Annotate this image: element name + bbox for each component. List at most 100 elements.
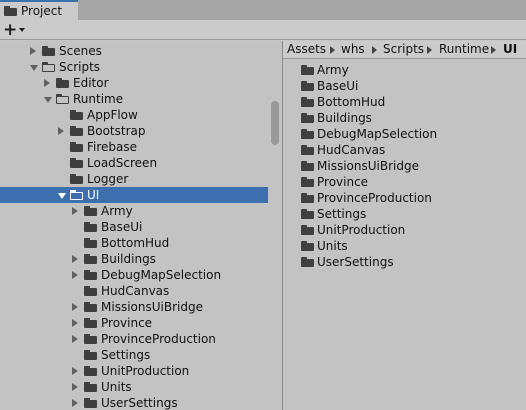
tree-item-label: Army xyxy=(101,204,133,218)
create-button[interactable]: + xyxy=(3,21,29,39)
tree-item-scripts[interactable]: Scripts xyxy=(0,59,268,75)
tab-project[interactable]: Project xyxy=(0,0,78,20)
expanded-arrow-icon[interactable] xyxy=(58,193,66,199)
content-item-label: Settings xyxy=(317,207,367,221)
folder-icon xyxy=(84,366,97,376)
content-item-usersettings[interactable]: UserSettings xyxy=(283,254,526,270)
breadcrumb-separator-icon xyxy=(330,46,335,54)
folder-contents: Army BaseUi BottomHud Buildings DebugMapSele… xyxy=(283,59,526,410)
tree-item-label: Logger xyxy=(87,172,129,186)
tree-item-runtime[interactable]: Runtime xyxy=(0,91,268,107)
tree-scrollbar[interactable] xyxy=(268,41,282,410)
content-item-bottomhud[interactable]: BottomHud xyxy=(283,94,526,110)
tree-item-buildings[interactable]: Buildings xyxy=(0,251,268,267)
folder-icon xyxy=(70,142,83,152)
expanded-arrow-icon[interactable] xyxy=(30,65,38,71)
tree-item-army[interactable]: Army xyxy=(0,203,268,219)
content-item-baseui[interactable]: BaseUi xyxy=(283,78,526,94)
tree-item-debugmapselection[interactable]: DebugMapSelection xyxy=(0,267,268,283)
collapsed-arrow-icon[interactable] xyxy=(72,367,78,375)
tree-item-unitproduction[interactable]: UnitProduction xyxy=(0,363,268,379)
content-item-army[interactable]: Army xyxy=(283,62,526,78)
content-item-label: MissionsUiBridge xyxy=(317,159,419,173)
tree-item-editor[interactable]: Editor xyxy=(0,75,268,91)
collapsed-arrow-icon[interactable] xyxy=(72,271,78,279)
content-item-unitproduction[interactable]: UnitProduction xyxy=(283,222,526,238)
folder-icon xyxy=(84,206,97,216)
folder-icon xyxy=(301,225,314,235)
collapsed-arrow-icon[interactable] xyxy=(72,303,78,311)
content-item-settings[interactable]: Settings xyxy=(283,206,526,222)
collapsed-arrow-icon[interactable] xyxy=(58,127,64,135)
content-item-units[interactable]: Units xyxy=(283,238,526,254)
tree-item-provinceproduction[interactable]: ProvinceProduction xyxy=(0,331,268,347)
folder-icon xyxy=(301,257,314,267)
folder-icon xyxy=(301,65,314,75)
tree-item-baseui[interactable]: BaseUi xyxy=(0,219,268,235)
content-item-provinceproduction[interactable]: ProvinceProduction xyxy=(283,190,526,206)
collapsed-arrow-icon[interactable] xyxy=(72,207,78,215)
breadcrumb-ui[interactable]: UI xyxy=(503,42,517,56)
tree-item-label: AppFlow xyxy=(87,108,138,122)
collapsed-arrow-icon[interactable] xyxy=(44,79,50,87)
tree-item-missionsuibridge[interactable]: MissionsUiBridge xyxy=(0,299,268,315)
content-item-label: Province xyxy=(317,175,369,189)
folder-icon xyxy=(42,46,55,56)
tree-item-label: Settings xyxy=(101,348,151,362)
tree-item-label: DebugMapSelection xyxy=(101,268,222,282)
tab-label: Project xyxy=(21,4,63,18)
scrollbar-thumb[interactable] xyxy=(271,101,279,145)
tree-item-label: ProvinceProduction xyxy=(101,332,216,346)
tree-item-hudcanvas[interactable]: HudCanvas xyxy=(0,283,268,299)
tree-item-label: Bootstrap xyxy=(87,124,146,138)
tree-item-bootstrap[interactable]: Bootstrap xyxy=(0,123,268,139)
tree-item-label: Runtime xyxy=(73,92,124,106)
folder-icon xyxy=(301,161,314,171)
tree-item-ui[interactable]: UI xyxy=(0,187,268,203)
collapsed-arrow-icon[interactable] xyxy=(72,319,78,327)
breadcrumb-separator-icon xyxy=(491,46,496,54)
breadcrumb-assets[interactable]: Assets xyxy=(287,42,326,56)
folder-icon xyxy=(301,177,314,187)
breadcrumb-scripts[interactable]: Scripts xyxy=(383,42,424,56)
tree-item-loadscreen[interactable]: LoadScreen xyxy=(0,155,268,171)
tree-item-province[interactable]: Province xyxy=(0,315,268,331)
content-item-province[interactable]: Province xyxy=(283,174,526,190)
breadcrumb-whs[interactable]: whs xyxy=(341,42,365,56)
tree-item-bottomhud[interactable]: BottomHud xyxy=(0,235,268,251)
folder-icon xyxy=(70,110,83,120)
collapsed-arrow-icon[interactable] xyxy=(72,255,78,263)
folder-icon xyxy=(301,145,314,155)
folder-icon xyxy=(4,6,17,16)
content-item-missionsuibridge[interactable]: MissionsUiBridge xyxy=(283,158,526,174)
content-item-label: Buildings xyxy=(317,111,372,125)
tree-item-units[interactable]: Units xyxy=(0,379,268,395)
tree-item-label: UserSettings xyxy=(101,396,178,410)
collapsed-arrow-icon[interactable] xyxy=(72,399,78,407)
folder-open-icon xyxy=(56,94,69,104)
folder-icon xyxy=(84,238,97,248)
tree-item-firebase[interactable]: Firebase xyxy=(0,139,268,155)
collapsed-arrow-icon[interactable] xyxy=(72,335,78,343)
folder-icon xyxy=(301,81,314,91)
tree-item-logger[interactable]: Logger xyxy=(0,171,268,187)
folder-open-icon xyxy=(70,190,83,200)
toolbar: + xyxy=(0,20,526,40)
breadcrumb-runtime[interactable]: Runtime xyxy=(439,42,489,56)
tree-item-appflow[interactable]: AppFlow xyxy=(0,107,268,123)
collapsed-arrow-icon[interactable] xyxy=(30,47,36,55)
content-item-debugmapselection[interactable]: DebugMapSelection xyxy=(283,126,526,142)
collapsed-arrow-icon[interactable] xyxy=(72,383,78,391)
expanded-arrow-icon[interactable] xyxy=(44,97,52,103)
folder-icon xyxy=(301,97,314,107)
folder-icon xyxy=(301,129,314,139)
tree-item-settings[interactable]: Settings xyxy=(0,347,268,363)
tree-item-scenes[interactable]: Scenes xyxy=(0,43,268,59)
content-item-hudcanvas[interactable]: HudCanvas xyxy=(283,142,526,158)
content-item-label: BaseUi xyxy=(317,79,359,93)
breadcrumb: Assets whs Scripts Runtime UI xyxy=(283,41,526,59)
content-item-buildings[interactable]: Buildings xyxy=(283,110,526,126)
tree-item-usersettings[interactable]: UserSettings xyxy=(0,395,268,410)
content-item-label: UnitProduction xyxy=(317,223,406,237)
folder-icon xyxy=(301,241,314,251)
